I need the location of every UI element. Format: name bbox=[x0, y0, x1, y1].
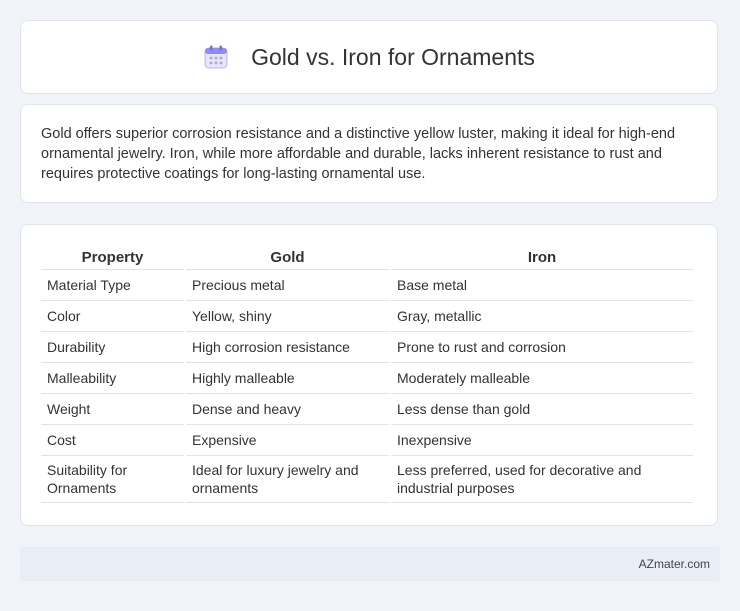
footer-bar: AZmater.com bbox=[20, 547, 720, 581]
table-row: Malleability Highly malleable Moderately… bbox=[41, 363, 693, 394]
table-cell: Highly malleable bbox=[186, 363, 389, 394]
table-cell: Less preferred, used for decorative and … bbox=[391, 456, 693, 503]
title-card: Gold vs. Iron for Ornaments bbox=[20, 20, 718, 94]
table-row: Cost Expensive Inexpensive bbox=[41, 425, 693, 456]
comparison-card: Property Gold Iron Material Type Preciou… bbox=[20, 224, 718, 526]
page-title: Gold vs. Iron for Ornaments bbox=[251, 43, 535, 70]
table-cell: Durability bbox=[41, 332, 184, 363]
table-cell: Prone to rust and corrosion bbox=[391, 332, 693, 363]
table-row: Suitability for Ornaments Ideal for luxu… bbox=[41, 456, 693, 503]
table-cell: Weight bbox=[41, 394, 184, 425]
table-cell: Inexpensive bbox=[391, 425, 693, 456]
table-row: Color Yellow, shiny Gray, metallic bbox=[41, 301, 693, 332]
table-row: Weight Dense and heavy Less dense than g… bbox=[41, 394, 693, 425]
header-property: Property bbox=[41, 245, 184, 270]
table-cell: Material Type bbox=[41, 270, 184, 301]
table-cell: Gray, metallic bbox=[391, 301, 693, 332]
comparison-table: Property Gold Iron Material Type Preciou… bbox=[39, 245, 695, 503]
table-cell: Less dense than gold bbox=[391, 394, 693, 425]
table-cell: Cost bbox=[41, 425, 184, 456]
table-cell: Malleability bbox=[41, 363, 184, 394]
table-cell: Ideal for luxury jewelry and ornaments bbox=[186, 456, 389, 503]
table-cell: Yellow, shiny bbox=[186, 301, 389, 332]
table-cell: High corrosion resistance bbox=[186, 332, 389, 363]
table-row: Durability High corrosion resistance Pro… bbox=[41, 332, 693, 363]
table-cell: Color bbox=[41, 301, 184, 332]
table-header-row: Property Gold Iron bbox=[41, 245, 693, 270]
table-cell: Precious metal bbox=[186, 270, 389, 301]
calendar-icon bbox=[203, 44, 229, 70]
table-cell: Base metal bbox=[391, 270, 693, 301]
table-cell: Moderately malleable bbox=[391, 363, 693, 394]
intro-card: Gold offers superior corrosion resistanc… bbox=[20, 104, 718, 203]
intro-paragraph: Gold offers superior corrosion resistanc… bbox=[41, 126, 676, 182]
header-gold: Gold bbox=[186, 245, 389, 270]
table-cell: Dense and heavy bbox=[186, 394, 389, 425]
table-row: Material Type Precious metal Base metal bbox=[41, 270, 693, 301]
table-cell: Expensive bbox=[186, 425, 389, 456]
table-cell: Suitability for Ornaments bbox=[41, 456, 184, 503]
header-iron: Iron bbox=[391, 245, 693, 270]
footer-credit: AZmater.com bbox=[638, 557, 710, 571]
